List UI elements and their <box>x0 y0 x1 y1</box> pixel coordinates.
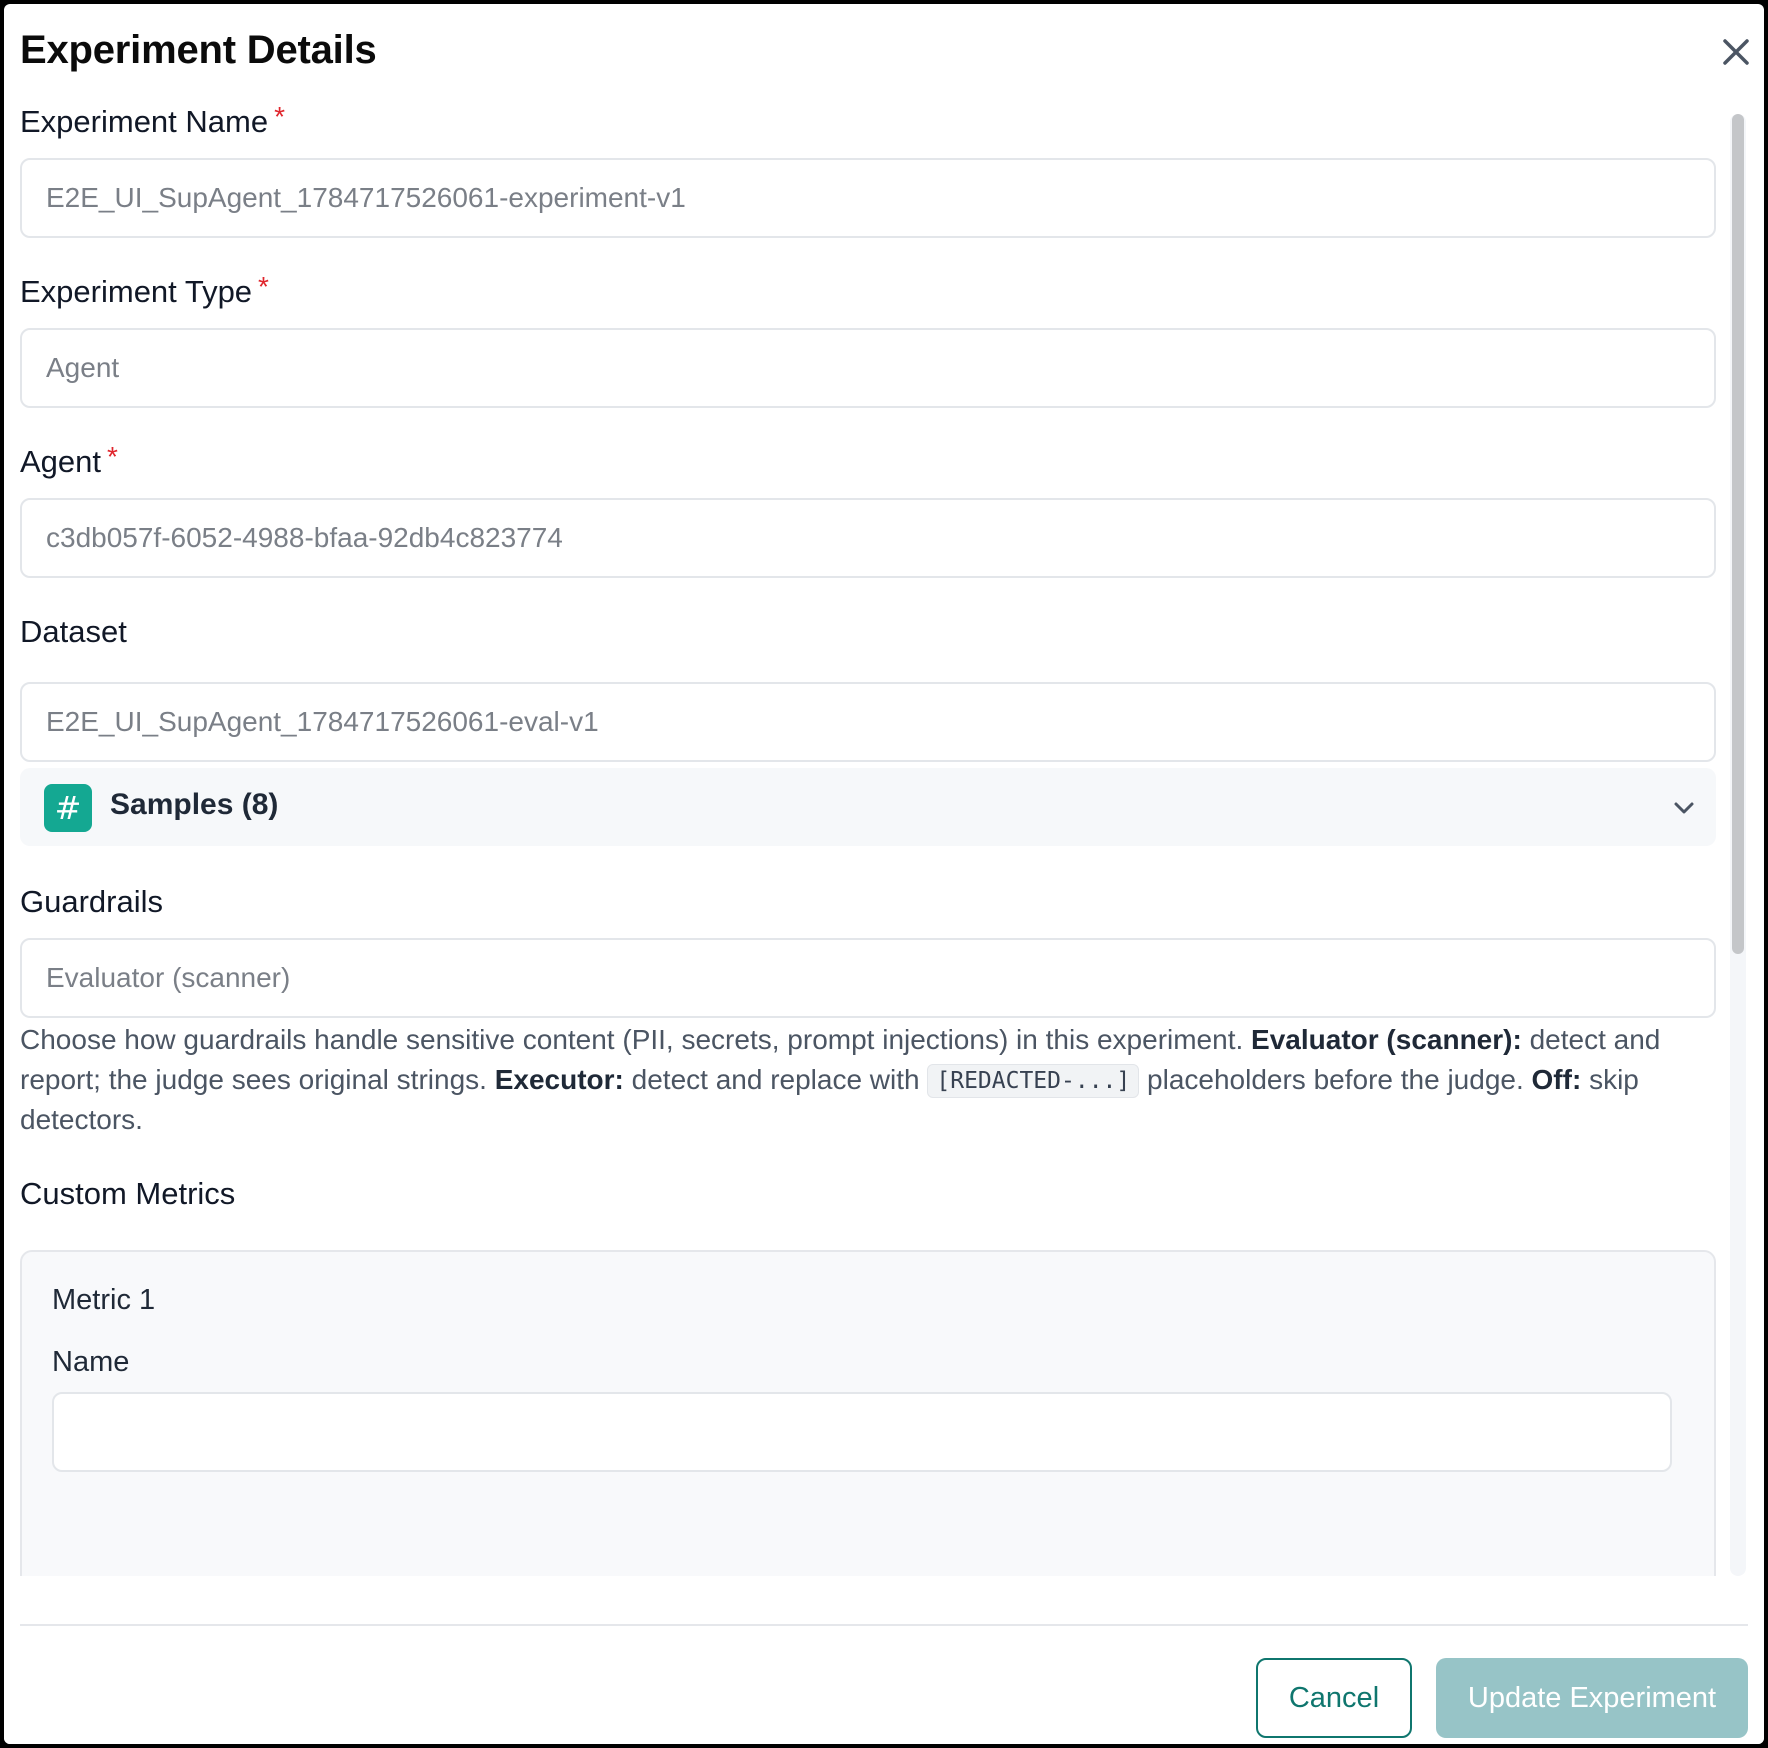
guardrails-select[interactable]: Evaluator (scanner) <box>20 938 1716 1018</box>
experiment-name-label: Experiment Name * <box>20 104 285 140</box>
metric-name-label: Name <box>52 1346 130 1378</box>
dialog-title: Experiment Details <box>20 28 377 72</box>
experiment-type-select[interactable]: Agent <box>20 328 1716 408</box>
close-icon <box>1723 39 1749 65</box>
required-marker: * <box>258 271 269 302</box>
guardrails-help-text: Choose how guardrails handle sensitive c… <box>20 1024 1661 1135</box>
metric-card: Metric 1 Name <box>20 1250 1716 1576</box>
dataset-label: Dataset <box>20 614 127 649</box>
scrollbar-thumb[interactable] <box>1732 114 1744 954</box>
dataset-select[interactable]: E2E_UI_SupAgent_1784717526061-eval-v1 <box>20 682 1716 762</box>
custom-metrics-label: Custom Metrics <box>20 1176 236 1211</box>
cancel-button[interactable]: Cancel <box>1256 1658 1412 1738</box>
experiment-type-label: Experiment Type * <box>20 271 269 309</box>
metric-title: Metric 1 <box>52 1284 156 1316</box>
guardrails-label: Guardrails <box>20 884 163 919</box>
agent-value: c3db057f-6052-4988-bfaa-92db4c823774 <box>46 522 563 553</box>
agent-label: Agent * <box>20 441 118 479</box>
redacted-code: [REDACTED-...] <box>927 1064 1140 1098</box>
dialog-body[interactable]: Experiment Name * E2E_UI_SupAgent_1784717… <box>4 104 1764 1576</box>
samples-label: Samples (8) <box>110 788 279 821</box>
guardrails-value: Evaluator (scanner) <box>46 962 291 993</box>
dataset-value: E2E_UI_SupAgent_1784717526061-eval-v1 <box>46 706 599 737</box>
footer-divider <box>20 1624 1748 1626</box>
dialog-footer: Cancel Update Experiment <box>4 1576 1764 1744</box>
chevron-down-icon <box>1674 802 1694 814</box>
close-button[interactable] <box>1712 28 1760 76</box>
required-marker: * <box>274 104 285 132</box>
experiment-details-dialog: Experiment Details Experiment Name * E2E_… <box>4 4 1764 1744</box>
required-marker: * <box>107 441 118 472</box>
experiment-name-input[interactable]: E2E_UI_SupAgent_1784717526061-experiment… <box>20 158 1716 238</box>
hash-icon: # <box>44 784 92 832</box>
agent-select[interactable]: c3db057f-6052-4988-bfaa-92db4c823774 <box>20 498 1716 578</box>
update-experiment-button[interactable]: Update Experiment <box>1436 1658 1748 1738</box>
samples-toggle[interactable]: # Samples (8) <box>20 768 1716 846</box>
metric-name-input[interactable] <box>52 1392 1672 1472</box>
experiment-type-value: Agent <box>46 352 120 383</box>
experiment-name-value: E2E_UI_SupAgent_1784717526061-experiment… <box>46 182 686 213</box>
